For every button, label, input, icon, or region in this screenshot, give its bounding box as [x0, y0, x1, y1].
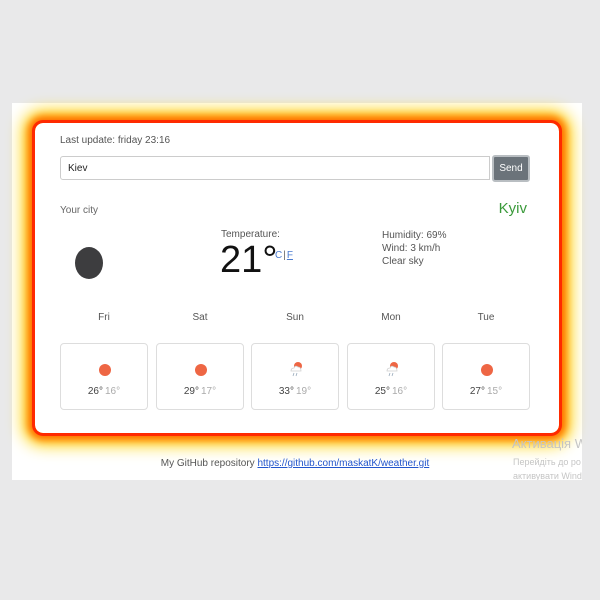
activation-watermark-text: Перейдіть до ро активувати Wind	[513, 455, 582, 480]
activation-watermark-title: Активація W	[512, 436, 582, 451]
activation-watermark-line1: Перейдіть до ро	[513, 457, 581, 467]
activation-watermark-line2: активувати Wind	[513, 471, 582, 480]
watermark-clip: Активація W Перейдіть до ро активувати W…	[0, 0, 582, 480]
